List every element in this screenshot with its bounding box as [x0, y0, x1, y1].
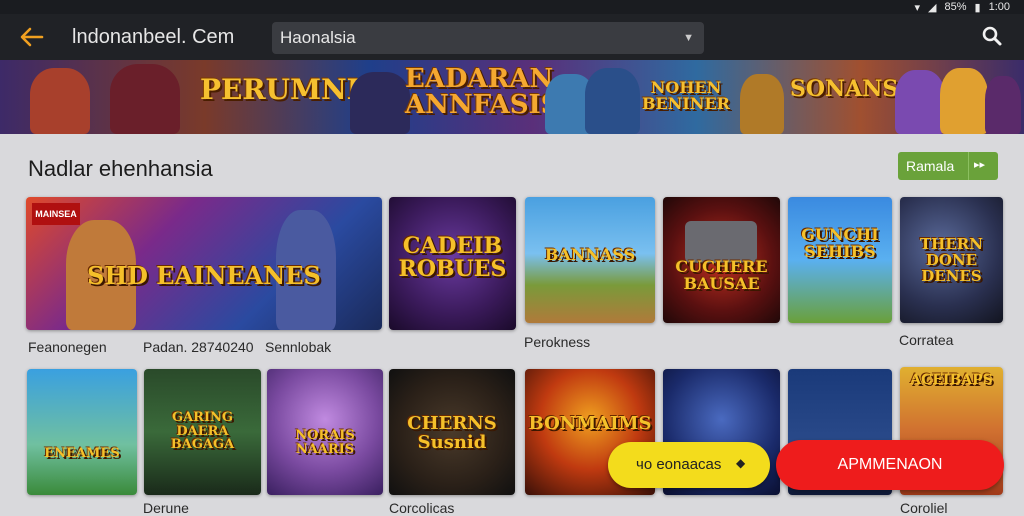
promo-banner[interactable]: PERUMNISA EADARAN ANNFASIS NOHEN BENINER… — [0, 60, 1024, 134]
banner-logo: EADARAN ANNFASIS — [405, 64, 560, 120]
tile-caption: Corratea — [899, 332, 954, 348]
back-button[interactable] — [18, 24, 46, 50]
tile-title: ENEAMES — [44, 446, 120, 461]
game-tile[interactable]: ENEAMES — [27, 369, 137, 495]
tile-badge: MAINSEA — [32, 203, 80, 225]
game-tile[interactable]: GARING DAERA BAGAGA — [144, 369, 261, 495]
banner-hero-figure — [740, 74, 784, 134]
tile-title: SHD EAINEANES — [87, 261, 321, 290]
game-tile[interactable]: MAINSEA SHD EAINEANES — [26, 197, 382, 330]
tile-title: THERN DONE DENES — [920, 235, 983, 285]
gem-icon: ◆ — [736, 456, 746, 470]
signal-icon: ◢ — [928, 1, 937, 14]
arrow-left-icon — [20, 27, 44, 47]
banner-hero-figure — [895, 70, 945, 134]
banner-logo: NOHEN BENINER — [642, 78, 730, 113]
url-dropdown[interactable]: Haonalsia ▼ — [272, 22, 704, 54]
tile-title: ACEIBAPS — [910, 372, 993, 388]
game-tile[interactable]: CHERNS Susnid — [389, 369, 515, 495]
secondary-action-button[interactable]: чo eonaacas ◆ — [608, 442, 770, 488]
search-icon — [982, 26, 1002, 46]
tile-title: CHERNS Susnid — [407, 413, 497, 453]
tile-title: GARING DAERA BAGAGA — [170, 410, 235, 453]
tile-title: BANNASS — [544, 245, 636, 264]
game-tile[interactable]: NORAIS NAARIS — [267, 369, 383, 495]
tile-title: BONMAIMS — [528, 413, 652, 434]
banner-hero-figure — [30, 68, 90, 134]
tile-title: NORAIS NAARIS — [295, 428, 355, 457]
tile-caption: Derune — [143, 500, 189, 516]
section-action-label: Ramala — [906, 158, 955, 174]
primary-action-button[interactable]: APMMENAON — [776, 440, 1004, 490]
tile-caption: Coroliel — [900, 500, 948, 516]
button-divider — [968, 152, 969, 180]
game-tile[interactable]: GUNCHI SEHIBS — [788, 197, 892, 323]
battery-level: 85% — [944, 1, 967, 13]
section-title: Nadlar ehenhansia — [28, 156, 213, 181]
tile-caption: Corcolicas — [389, 500, 455, 516]
search-button[interactable] — [980, 24, 1004, 48]
secondary-action-label: чo eonaacas — [636, 456, 722, 473]
tile-caption: Feanonegen — [28, 339, 107, 355]
banner-hero-figure — [940, 68, 988, 134]
tile-artwork — [27, 369, 137, 495]
tile-caption: Sennlobak — [265, 339, 332, 355]
wifi-icon: ▾ — [914, 1, 921, 14]
banner-hero-figure — [585, 68, 640, 134]
game-tile[interactable]: THERN DONE DENES — [900, 197, 1003, 323]
banner-hero-figure — [350, 72, 410, 134]
banner-hero-figure — [110, 64, 180, 134]
battery-icon: ▮ — [974, 1, 981, 14]
game-tile[interactable]: CADEIB ROBUES — [389, 197, 516, 330]
status-bar: ▾ ◢ 85% ▮ 1:00 — [0, 0, 1024, 14]
clock: 1:00 — [988, 1, 1010, 13]
tile-title: CADEIB ROBUES — [398, 233, 507, 283]
caret-down-icon: ▼ — [683, 32, 694, 44]
banner-logo: PERUMNISA — [200, 73, 402, 106]
tile-caption: Padan. 28740240 — [143, 339, 254, 355]
chevron-icon: ▸▸ — [974, 159, 986, 171]
app-title: lndonanbeel. Cem — [72, 26, 235, 48]
url-value: Haonalsia — [280, 28, 356, 47]
tile-title: CUCHERE BAUSAE — [675, 257, 768, 293]
banner-logo: SONANS — [790, 76, 899, 102]
tile-caption: Perokness — [524, 334, 591, 350]
game-tile[interactable]: CUCHERE BAUSAE — [663, 197, 780, 323]
section-action-button[interactable]: Ramala ▸▸ — [898, 152, 998, 180]
app-bar: lndonanbeel. Cem Haonalsia ▼ — [0, 14, 1024, 60]
tile-title: GUNCHI SEHIBS — [801, 225, 879, 261]
game-tile[interactable]: BANNASS — [525, 197, 655, 323]
banner-hero-figure — [985, 76, 1021, 134]
